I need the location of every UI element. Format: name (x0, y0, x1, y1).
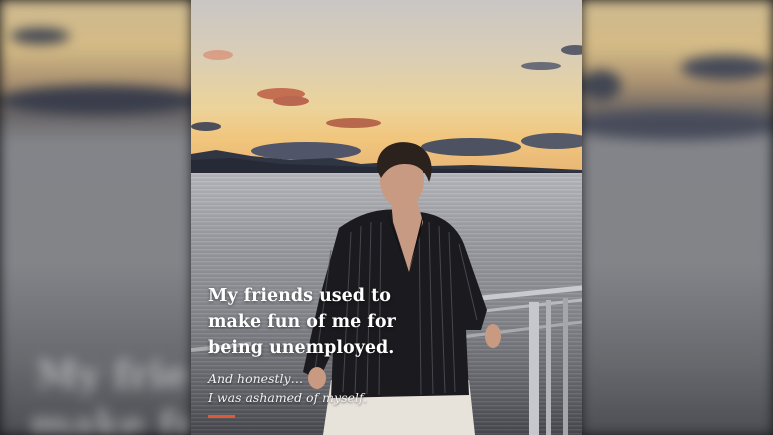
caption-title-line: My friends used to (208, 286, 391, 306)
caption-subtitle-line: And honestly… (208, 371, 304, 386)
caption-title: My friends used to make fun of me for be… (208, 283, 538, 361)
caption-subtitle-line: I was ashamed of myself. (208, 390, 368, 405)
accent-divider (208, 415, 235, 418)
caption-subtitle: And honestly… I was ashamed of myself. (208, 369, 538, 407)
main-photo: My friends used to make fun of me for be… (191, 0, 582, 435)
caption-title-line: make fun of me for (208, 312, 396, 332)
caption-block: My friends used to make fun of me for be… (208, 283, 538, 418)
blurred-background-left: My frie make fu (0, 0, 192, 435)
caption-title-line: being unemployed. (208, 338, 395, 358)
video-frame: My frie make fu My friends used to make … (0, 0, 773, 435)
blurred-background-right (581, 0, 773, 435)
